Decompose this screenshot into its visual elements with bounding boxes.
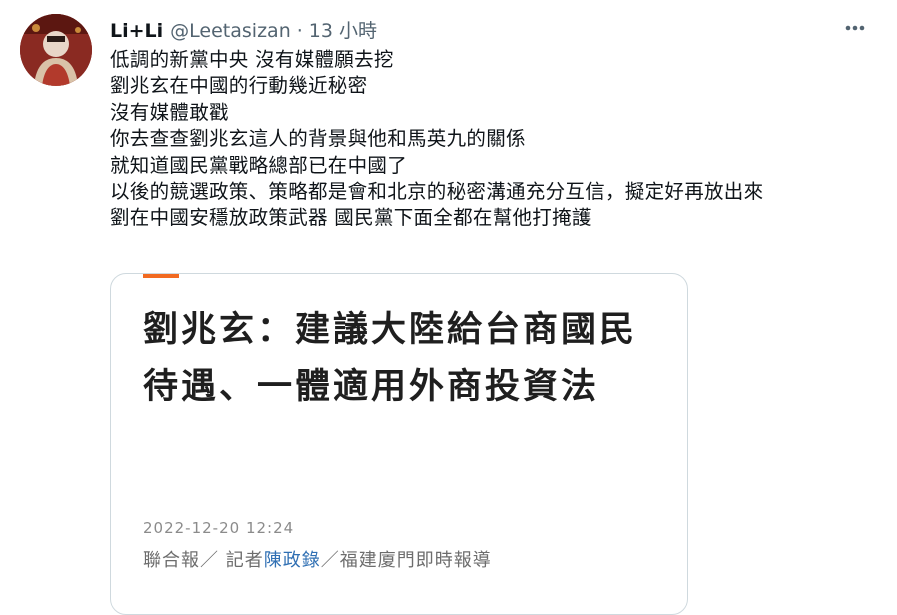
avatar[interactable] xyxy=(20,14,92,86)
tweet-timestamp[interactable]: 13 小時 xyxy=(309,16,377,43)
tweet-text-line: 劉兆玄在中國的行動幾近秘密 xyxy=(110,74,368,98)
header-separator: · xyxy=(296,20,303,42)
tweet-text-line: 沒有媒體敢戳 xyxy=(110,100,229,124)
card-source-suffix: ／福建廈門即時報導 xyxy=(320,550,492,571)
tweet-text-line: 以後的競選政策、策略都是會和北京的秘密溝通充分互信，擬定好再放出來 xyxy=(110,180,764,204)
card-date: 2022-12-20 12:24 xyxy=(143,519,295,537)
tweet-text-line: 劉在中國安穩放政策武器 國民黨下面全都在幫他打掩護 xyxy=(110,206,592,230)
tweet-text-line: 就知道國民黨戰略總部已在中國了 xyxy=(110,153,408,177)
more-options-button[interactable] xyxy=(841,16,869,40)
card-source-outlet: 聯合報／ 記者 xyxy=(143,550,264,571)
card-headline: 劉兆玄：建議大陸給台商國民待遇、一體適用外商投資法 xyxy=(143,310,638,407)
card-source: 聯合報／ 記者陳政錄／福建廈門即時報導 xyxy=(143,546,492,572)
news-card[interactable]: 劉兆玄：建議大陸給台商國民待遇、一體適用外商投資法 2022-12-20 12:… xyxy=(110,273,688,615)
profile-avatar-icon xyxy=(20,14,92,86)
more-horizontal-icon xyxy=(845,25,865,31)
card-reporter-link[interactable]: 陳政錄 xyxy=(264,550,321,571)
display-name[interactable]: Li+Li xyxy=(110,20,163,42)
tweet-text: 低調的新黨中央 沒有媒體願去挖 劉兆玄在中國的行動幾近秘密 沒有媒體敢戳 你去查… xyxy=(110,47,880,232)
tweet-header: Li+Li @Leetasizan · 13 小時 xyxy=(110,16,377,44)
user-handle[interactable]: @Leetasizan xyxy=(170,20,291,42)
tweet-text-line: 低調的新黨中央 沒有媒體願去挖 xyxy=(110,48,394,71)
card-accent-bar xyxy=(143,274,179,278)
tweet-text-line: 你去查查劉兆玄這人的背景與他和馬英九的關係 xyxy=(110,127,526,151)
